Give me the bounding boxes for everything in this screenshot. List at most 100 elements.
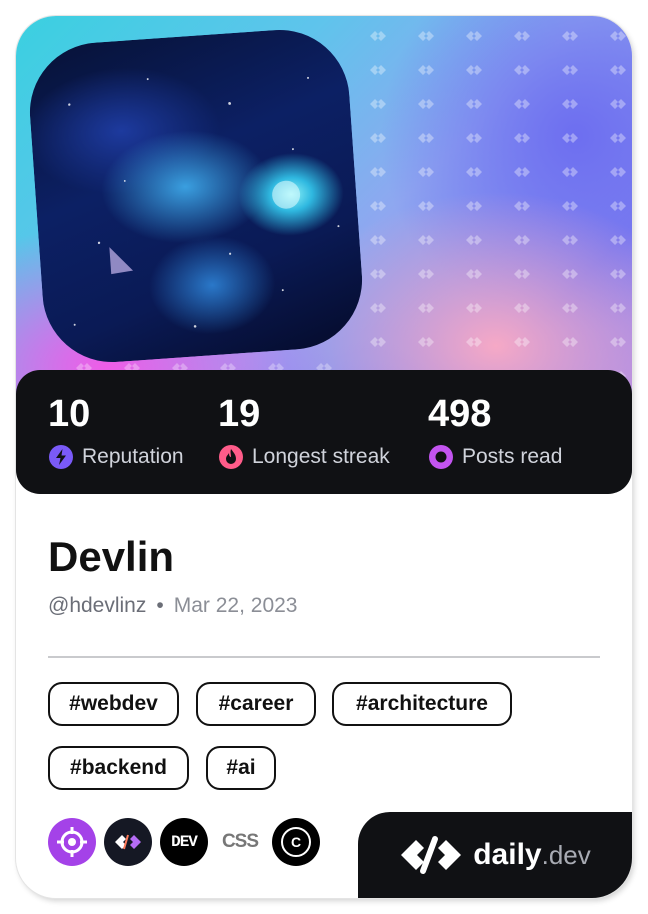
pattern-logo-mark [370,65,386,75]
dailydev-brand: daily.dev [358,812,632,898]
streak-value: 19 [218,393,261,435]
pattern-logo-mark [370,201,386,211]
pattern-logo-mark [562,303,578,313]
pattern-logo-mark [370,31,386,41]
target-source-icon[interactable] [48,818,96,866]
profile-handle: @hdevlinz [48,594,147,617]
css-source-text: CSS [221,831,259,852]
pattern-logo-mark [370,133,386,143]
divider [48,656,600,658]
pattern-logo-mark [610,201,626,211]
pattern-logo-mark [466,303,482,313]
pattern-logo-mark [514,133,530,143]
pattern-logo-mark [466,235,482,245]
tag-ai[interactable]: #ai [206,746,276,790]
joined-date: Mar 22, 2023 [173,594,298,617]
pattern-logo-mark [562,167,578,177]
pattern-logo-mark [466,99,482,109]
eye-ring-icon [428,444,454,470]
dev-source-icon[interactable]: DEV [160,818,208,866]
reputation-value: 10 [48,393,91,435]
pattern-logo-mark [514,269,530,279]
dailydev-logo-icon [401,836,462,874]
pattern-logo-mark [466,167,482,177]
css-source-icon[interactable]: CSS [216,818,264,866]
stats-bar: 10 Reputation 19 Longest streak 498 Post… [16,370,632,494]
pattern-logo-mark [418,303,434,313]
pattern-logo-mark [610,167,626,177]
tag-webdev[interactable]: #webdev [48,682,179,726]
pattern-logo-mark [466,65,482,75]
dev-source-text: DEV [171,833,198,851]
pattern-logo-mark [562,201,578,211]
pattern-logo-mark [418,99,434,109]
pattern-logo-mark [562,337,578,347]
brand-word-main: daily [473,838,542,871]
bolt-icon [48,444,74,470]
pattern-logo-mark [370,303,386,313]
pattern-logo-mark [466,133,482,143]
pattern-logo-mark [514,167,530,177]
pattern-logo-mark [514,65,530,75]
tag-backend[interactable]: #backend [48,746,189,790]
pattern-logo-mark [418,167,434,177]
pattern-logo-mark [562,133,578,143]
pattern-logo-mark [610,99,626,109]
pattern-logo-mark [418,269,434,279]
pattern-logo-mark [562,31,578,41]
pattern-logo-mark [466,31,482,41]
pattern-logo-mark [514,99,530,109]
pattern-logo-mark [610,133,626,143]
stat-reputation: 10 Reputation [48,392,184,470]
pattern-logo-mark [562,65,578,75]
pattern-logo-mark [370,235,386,245]
pattern-logo-mark [562,235,578,245]
flame-icon [218,444,244,470]
pattern-logo-mark [514,303,530,313]
pattern-logo-mark [418,337,434,347]
pattern-logo-mark [370,337,386,347]
pattern-logo-mark [370,99,386,109]
pattern-logo-mark [466,269,482,279]
reputation-label: Reputation [82,445,184,468]
avatar [25,25,367,367]
brand-word-suffix: .dev [541,840,591,870]
tag-architecture[interactable]: #architecture [332,682,512,726]
stat-posts-read: 498 Posts read [428,392,562,470]
tag-career[interactable]: #career [196,682,316,726]
profile-name: Devlin [48,533,175,580]
pattern-logo-mark [418,65,434,75]
streak-label: Longest streak [252,445,390,468]
pattern-logo-mark [418,133,434,143]
profile-meta: @hdevlinz • Mar 22, 2023 [48,594,297,618]
posts-read-label: Posts read [462,445,563,468]
pattern-logo-mark [610,337,626,347]
posts-read-value: 498 [428,393,492,435]
pattern-logo-mark [370,269,386,279]
pattern-logo-mark [370,167,386,177]
pattern-logo-mark [610,303,626,313]
pattern-logo-mark [610,65,626,75]
pattern-logo-mark [610,235,626,245]
pattern-logo-mark [514,31,530,41]
pattern-logo-mark [562,269,578,279]
pattern-logo-mark [466,337,482,347]
pattern-logo-mark [514,235,530,245]
devcard: 10 Reputation 19 Longest streak 498 Post… [16,16,632,898]
pattern-logo-mark [418,31,434,41]
pattern-logo-mark [562,99,578,109]
pattern-logo-mark [514,201,530,211]
meta-separator: • [156,594,164,617]
dailydev-source-icon[interactable] [104,818,152,866]
pattern-logo-mark [418,235,434,245]
pattern-logo-mark [610,31,626,41]
pattern-logo-mark [610,269,626,279]
pattern-logo-mark [466,201,482,211]
pattern-logo-mark [514,337,530,347]
brand-wordmark: daily.dev [473,838,591,872]
pattern-logo-mark [418,201,434,211]
nebula-image [68,76,340,328]
stat-longest-streak: 19 Longest streak [218,392,390,470]
c-source-icon[interactable]: C [272,818,320,866]
c-source-text: C [290,834,302,850]
